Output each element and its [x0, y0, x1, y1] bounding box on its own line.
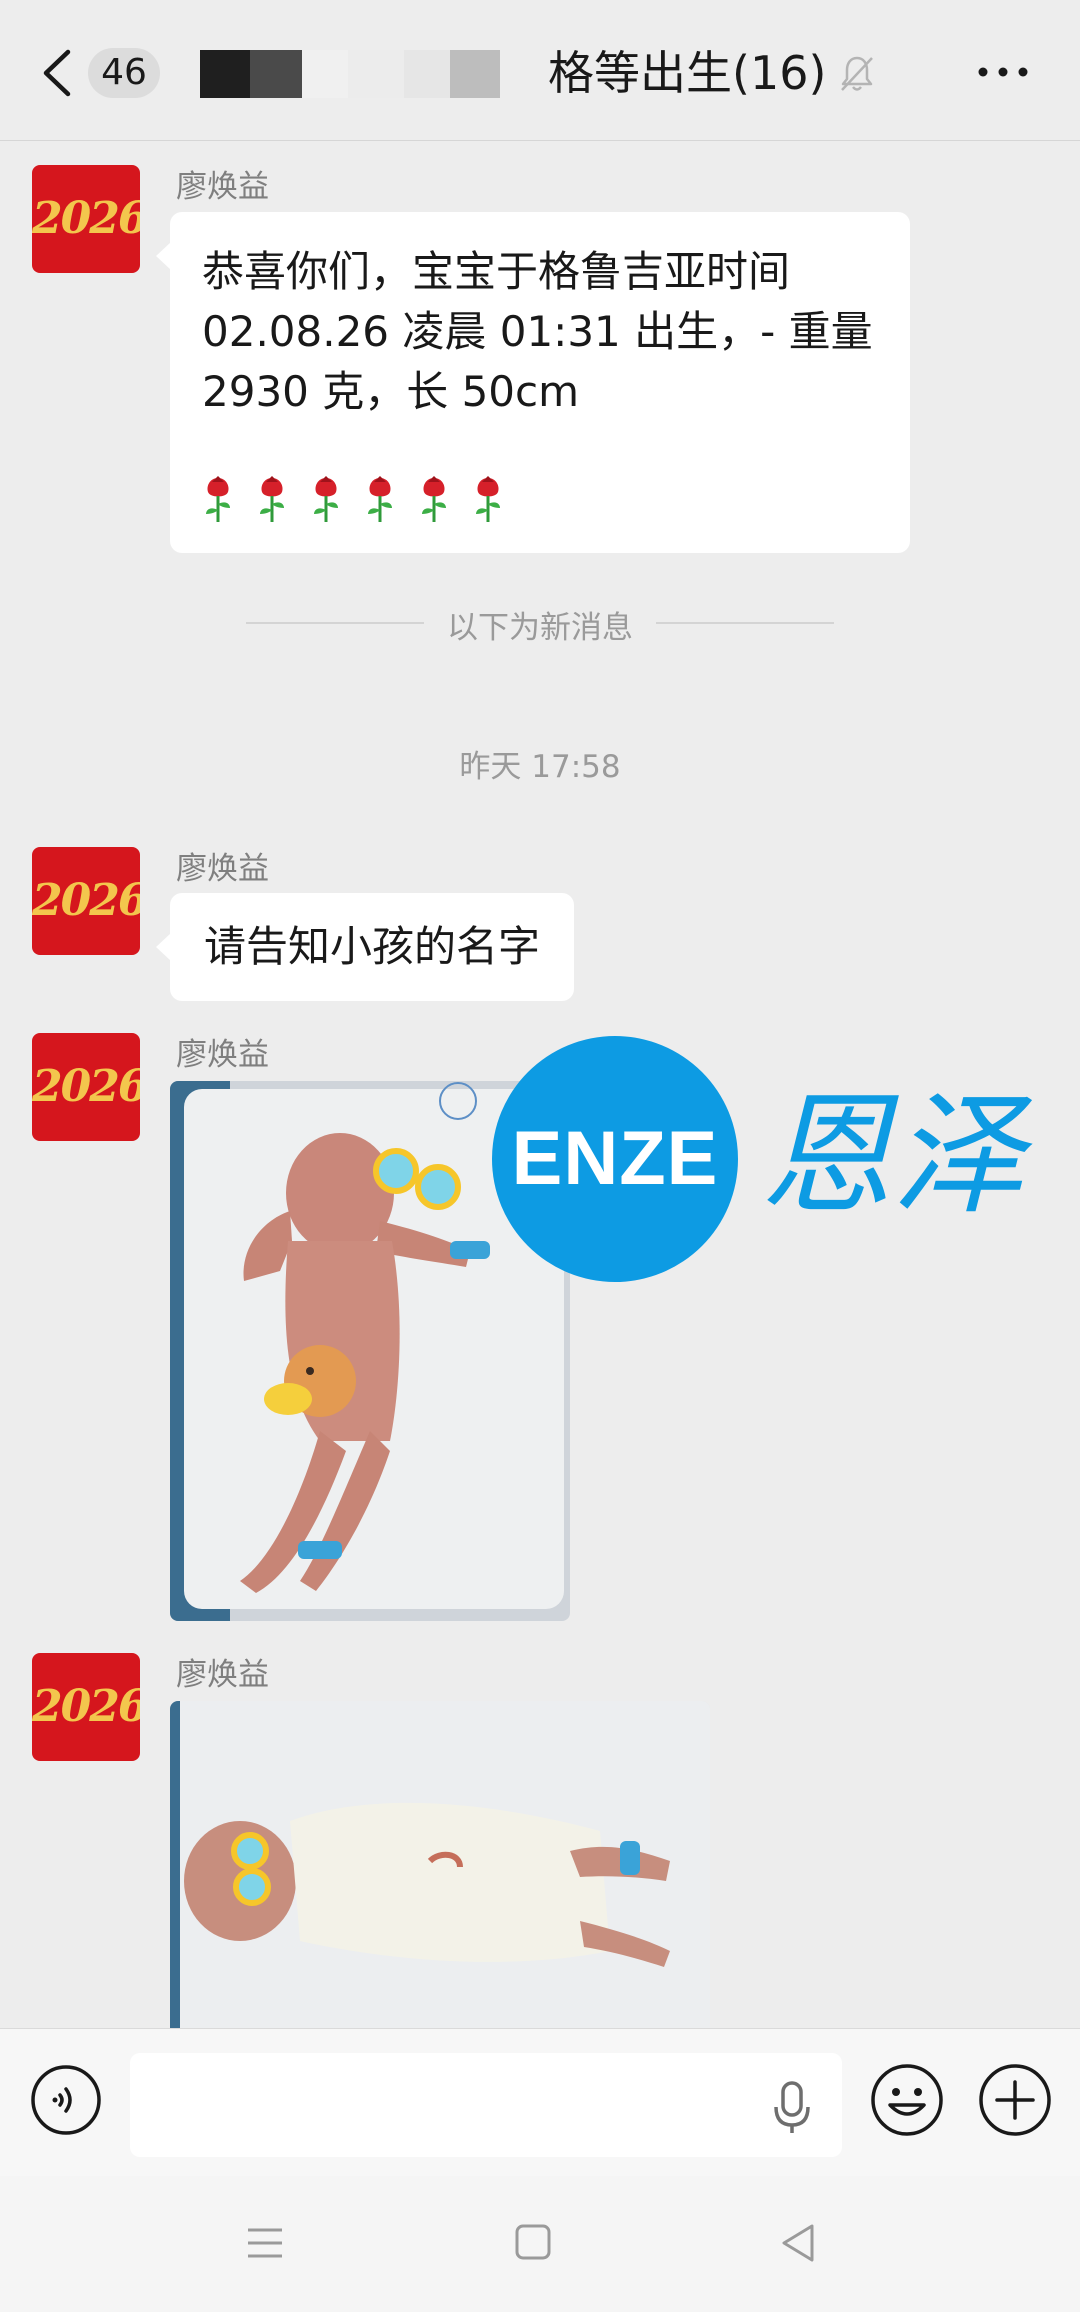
microphone-icon[interactable]	[772, 2081, 812, 2135]
message-bubble[interactable]: 请告知小孩的名字	[156, 893, 575, 1001]
avatar-logo-text: 2026	[32, 1681, 140, 1732]
watermark-latin-text: ENZE	[511, 1116, 719, 1201]
system-navigation-bar	[0, 2176, 1080, 2312]
back-arrow-icon[interactable]	[38, 48, 78, 98]
plus-more-icon[interactable]	[978, 2063, 1052, 2137]
sender-avatar[interactable]: 2026	[32, 1653, 140, 1761]
sender-avatar[interactable]: 2026	[32, 165, 140, 273]
sender-name: 廖焕益	[176, 169, 269, 205]
bubble-tail	[156, 933, 171, 961]
sender-name: 廖焕益	[176, 1657, 269, 1693]
rose-icons	[206, 474, 502, 524]
message-input-bar	[0, 2028, 1080, 2177]
rose-emoji-row	[198, 468, 528, 528]
new-messages-divider: 以下为新消息	[447, 610, 633, 646]
mute-bell-icon	[841, 56, 873, 91]
avatar-logo-text: 2026	[32, 1061, 140, 1112]
sender-name: 廖焕益	[176, 851, 269, 887]
watermark-chinese-text: 恩泽	[760, 1079, 1024, 1233]
message-timestamp: 昨天 17:58	[459, 749, 621, 785]
newborn-photo-2	[170, 1701, 710, 2028]
sender-avatar[interactable]: 2026	[32, 847, 140, 955]
unread-count-badge[interactable]: 46	[88, 48, 160, 98]
message-bubble[interactable]: 恭喜你们，宝宝于格鲁吉亚时间 02.08.26 凌晨 01:31 出生，- 重量…	[156, 212, 910, 553]
message-text: 请告知小孩的名字	[204, 922, 541, 971]
divider-line-right	[656, 622, 834, 624]
message-text-input[interactable]	[130, 2053, 842, 2157]
watermark-logo: ENZE	[492, 1036, 738, 1282]
chat-header: 46 格等出生(16)	[0, 0, 1080, 141]
avatar-logo-text: 2026	[32, 875, 140, 926]
chat-title[interactable]: 格等出生(16)	[548, 40, 826, 106]
more-options-icon[interactable]	[976, 60, 1030, 84]
bubble-tail	[156, 242, 171, 270]
sender-avatar[interactable]: 2026	[32, 1033, 140, 1141]
recent-apps-icon[interactable]	[246, 2224, 284, 2262]
sender-name: 廖焕益	[176, 1037, 269, 1073]
voice-mode-icon[interactable]	[30, 2064, 102, 2136]
back-triangle-icon[interactable]	[778, 2222, 818, 2264]
avatar-logo-text: 2026	[32, 193, 140, 244]
emoji-icon[interactable]	[870, 2063, 944, 2137]
photo-message[interactable]	[170, 1701, 710, 2028]
home-icon[interactable]	[514, 2222, 552, 2262]
message-text: 恭喜你们，宝宝于格鲁吉亚时间 02.08.26 凌晨 01:31 出生，- 重量…	[202, 247, 873, 416]
chat-message-list[interactable]: 2026 廖焕益 恭喜你们，宝宝于格鲁吉亚时间 02.08.26 凌晨 01:3…	[0, 141, 1080, 2028]
